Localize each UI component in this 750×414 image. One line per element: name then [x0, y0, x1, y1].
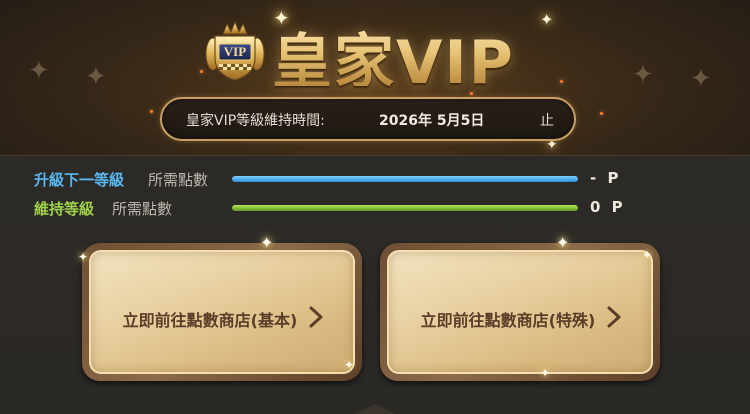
maintain-points-row: 維持等級 所需點數 0 P	[34, 198, 724, 220]
upgrade-title: 升級下一等級	[34, 171, 125, 189]
basic-point-shop-button[interactable]: 立即前往點數商店(基本) ✦ ✦ ✦	[78, 235, 362, 381]
expiry-date: 2026年 5月5日	[379, 113, 485, 129]
chevron-right-icon	[309, 306, 323, 328]
maintain-progress-fill	[232, 205, 578, 211]
expiry-suffix: 止	[540, 113, 554, 129]
chevron-right-icon	[607, 306, 621, 328]
sparkle-icon: ✦	[690, 64, 712, 94]
page-title: 皇家VIP	[272, 14, 515, 98]
upgrade-progress-bar	[232, 176, 578, 182]
upgrade-subtitle: 所需點數	[148, 171, 209, 189]
sparkle-icon: ✦	[28, 56, 50, 86]
vip-badge-text: VIP	[223, 44, 247, 59]
vip-header-banner: ✦ ✦ ✦ ✦ ✦ ✦ ✦	[0, 0, 750, 156]
sparkle-icon: ✦	[85, 62, 107, 92]
basic-point-shop-label: 立即前往點數商店(基本)	[122, 311, 298, 330]
special-point-shop-label: 立即前往點數商店(特殊)	[420, 311, 596, 330]
bottom-notch	[355, 404, 395, 414]
maintain-points-value: 0 P	[590, 198, 626, 216]
sparkle-icon: ✦	[540, 366, 551, 380]
sparkle-icon: ✦	[632, 60, 654, 90]
vip-expiry-pill: 皇家VIP等級維持時間: 2026年 5月5日 止	[160, 97, 576, 141]
expiry-label: 皇家VIP等級維持時間:	[186, 113, 325, 129]
vip-crest-icon: VIP	[203, 20, 267, 84]
glow-star-icon: ✦	[540, 10, 554, 29]
special-point-shop-button[interactable]: 立即前往點數商店(特殊) ✦ ✦ ✦	[380, 235, 660, 381]
sparkle-icon: ✦	[556, 233, 570, 252]
sparkle-icon: ✦	[260, 233, 274, 252]
sparkle-icon: ✦	[642, 248, 653, 262]
upgrade-points-value: - P	[590, 169, 622, 187]
sparkle-icon: ✦	[344, 358, 355, 372]
maintain-progress-bar	[232, 205, 578, 211]
maintain-title: 維持等級	[34, 200, 95, 218]
upgrade-progress-fill	[232, 176, 578, 182]
sparkle-icon: ✦	[78, 250, 89, 264]
upgrade-points-row: 升級下一等級 所需點數 - P	[34, 169, 724, 191]
maintain-subtitle: 所需點數	[112, 200, 173, 218]
